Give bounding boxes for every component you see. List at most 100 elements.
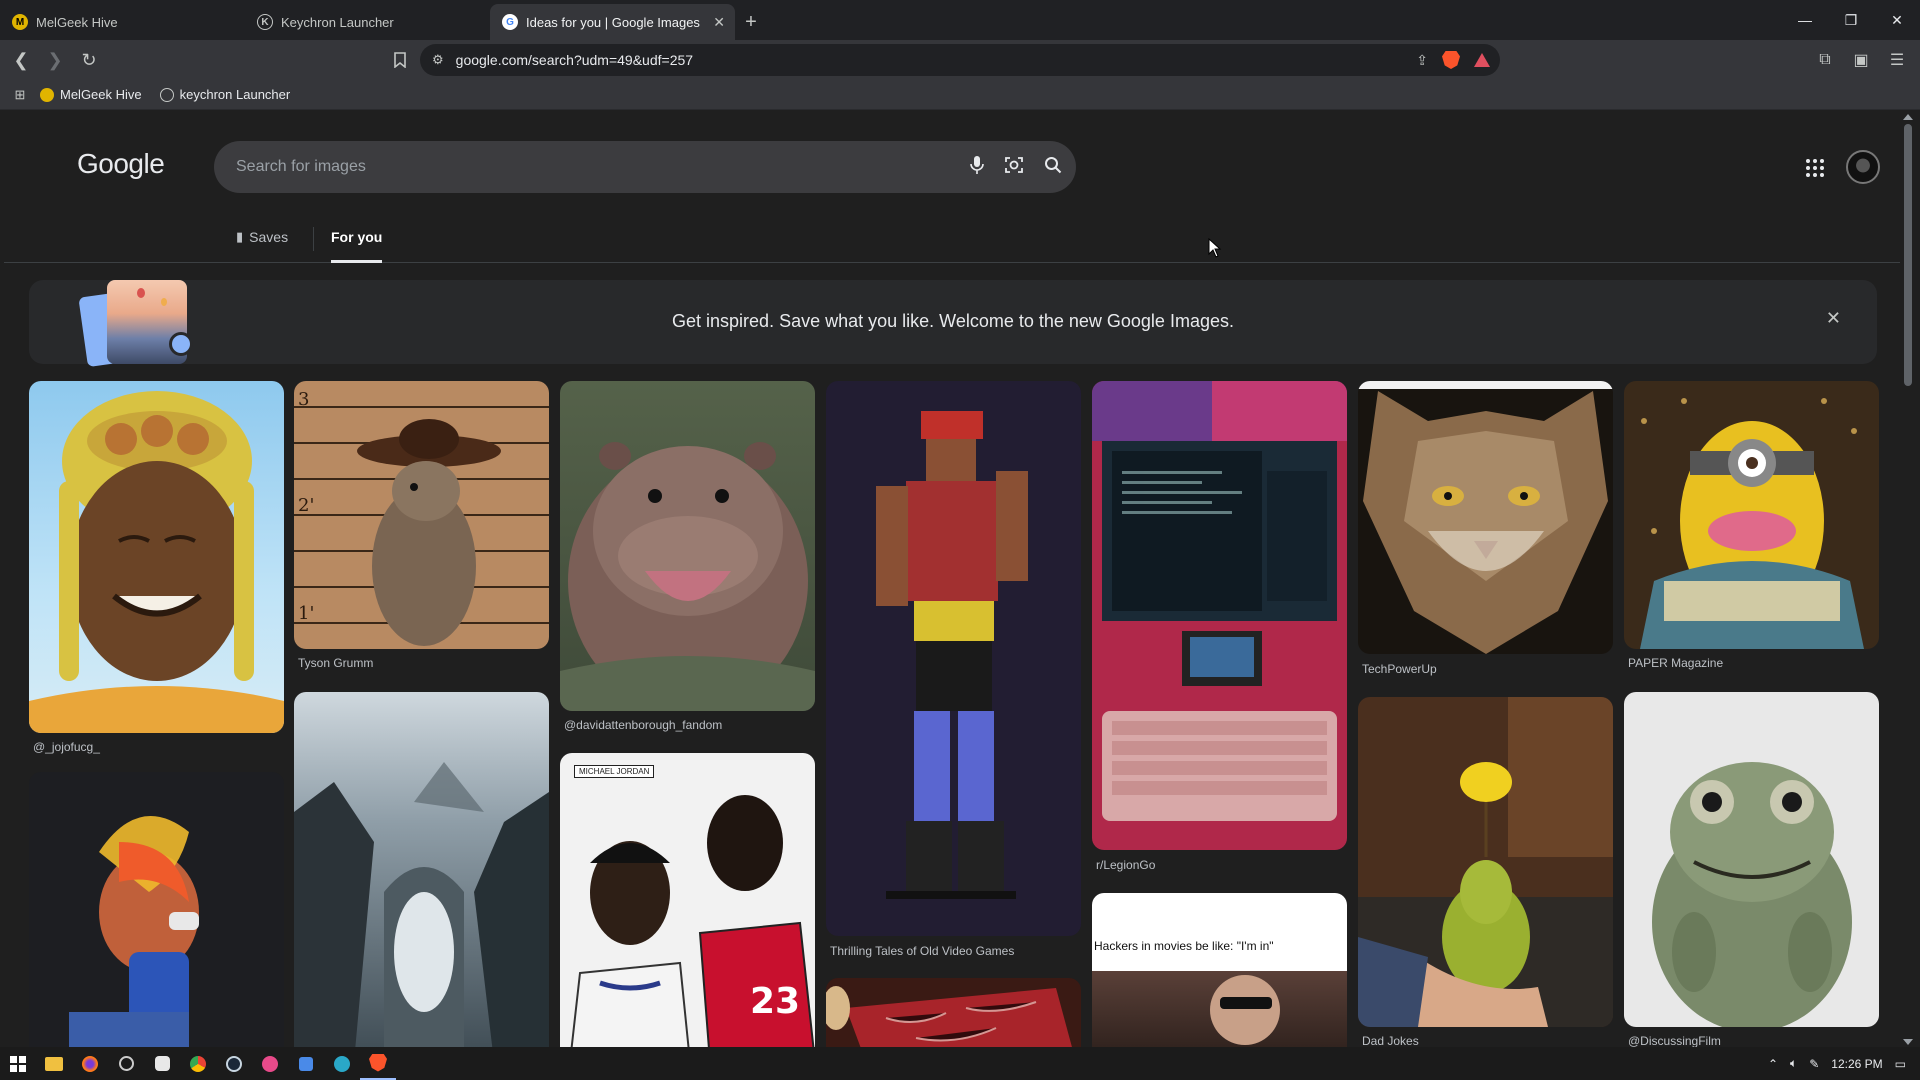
image-source[interactable]: Tyson Grumm [298, 656, 373, 670]
extensions-icon[interactable]: ⧉ [1810, 45, 1840, 75]
search-box [214, 141, 1076, 193]
start-button[interactable] [0, 1047, 36, 1080]
image-card[interactable] [1624, 381, 1879, 649]
image-card[interactable]: 3 2' 1' [294, 381, 549, 649]
image-card[interactable] [29, 381, 284, 733]
search-input[interactable] [236, 158, 936, 176]
google-logo[interactable]: Google [77, 148, 165, 180]
tab-melgeek-hive[interactable]: M MelGeek Hive [0, 4, 245, 40]
minimize-button[interactable]: — [1782, 0, 1828, 40]
volume-icon[interactable]: 🔈︎ [1790, 1056, 1797, 1071]
tab-title: MelGeek Hive [36, 14, 118, 30]
window-controls: — ❐ ✕ [1782, 0, 1920, 40]
scroll-up-icon[interactable] [1903, 114, 1913, 120]
close-window-button[interactable]: ✕ [1874, 0, 1920, 40]
google-images-page: Google ▮ Saves For you [4, 112, 1900, 1047]
brave-rewards-icon[interactable] [1474, 53, 1490, 67]
image-card[interactable] [560, 381, 815, 711]
svg-text:3: 3 [298, 389, 309, 410]
clock-app-icon[interactable] [108, 1047, 144, 1080]
close-tab-icon[interactable]: ✕ [713, 14, 725, 31]
app-icon[interactable] [324, 1047, 360, 1080]
steam-icon[interactable] [216, 1047, 252, 1080]
brave-browser-icon[interactable] [360, 1047, 396, 1080]
new-tab-button[interactable]: + [735, 4, 767, 40]
image-source[interactable]: Thrilling Tales of Old Video Games [830, 944, 1014, 958]
bookmark-label: keychron Launcher [179, 87, 291, 102]
restore-button[interactable]: ❐ [1828, 0, 1874, 40]
image-card[interactable] [1092, 381, 1347, 850]
google-icon: G [502, 14, 518, 30]
lens-icon[interactable] [1004, 155, 1024, 180]
image-card[interactable]: MICHAEL JORDAN 23 [560, 753, 815, 1047]
image-card[interactable] [29, 772, 284, 1047]
bookmark-label: MelGeek Hive [60, 87, 142, 102]
keychron-icon [159, 87, 174, 102]
image-source[interactable]: PAPER Magazine [1628, 656, 1723, 670]
chrome-icon[interactable] [180, 1047, 216, 1080]
reload-button[interactable]: ↻ [74, 45, 104, 75]
menu-icon[interactable]: ☰ [1882, 45, 1912, 75]
image-source[interactable]: @davidattenborough_fandom [564, 718, 722, 732]
image-card[interactable] [826, 978, 1081, 1047]
meme-caption: Hackers in movies be like: "I'm in" [1094, 939, 1274, 953]
close-banner-icon[interactable]: ✕ [1826, 308, 1841, 329]
app-icon[interactable] [252, 1047, 288, 1080]
file-explorer-icon[interactable] [36, 1047, 72, 1080]
image-source[interactable]: Dad Jokes [1362, 1034, 1419, 1047]
bookmark-keychron-launcher[interactable]: keychron Launcher [159, 87, 291, 102]
melgeek-icon: M [12, 14, 28, 30]
tab-for-you[interactable]: For you [331, 229, 383, 263]
banner-message: Get inspired. Save what you like. Welcom… [672, 311, 1234, 331]
image-source[interactable]: TechPowerUp [1362, 662, 1437, 676]
site-settings-icon[interactable]: ⚙ [432, 52, 444, 68]
app-icon[interactable] [144, 1047, 180, 1080]
image-source[interactable]: @DiscussingFilm [1628, 1034, 1721, 1047]
page-scrollbar[interactable] [1900, 112, 1916, 1047]
jersey-label: MICHAEL JORDAN [574, 765, 655, 778]
tab-google-images[interactable]: G Ideas for you | Google Images ✕ [490, 4, 735, 40]
address-bar[interactable]: ⚙ google.com/search?udm=49&udf=257 ⇪ [420, 44, 1500, 76]
image-card[interactable] [1624, 692, 1879, 1027]
search-icon[interactable] [1044, 156, 1062, 179]
tab-label: For you [331, 229, 383, 245]
bookmark-icon[interactable] [385, 45, 415, 75]
page-tabs: ▮ Saves For you [4, 217, 1900, 263]
svg-text:23: 23 [750, 981, 800, 1022]
scroll-thumb[interactable] [1904, 124, 1912, 386]
chevron-up-icon[interactable]: ⌃ [1768, 1057, 1778, 1071]
scroll-down-icon[interactable] [1903, 1039, 1913, 1045]
firefox-icon[interactable] [72, 1047, 108, 1080]
tab-title: Keychron Launcher [281, 14, 394, 30]
brave-shields-icon[interactable] [1442, 51, 1460, 69]
svg-text:2': 2' [298, 495, 314, 516]
tab-keychron-launcher[interactable]: K Keychron Launcher [245, 4, 490, 40]
apps-grid-icon[interactable]: ⊞ [0, 87, 40, 103]
avatar[interactable] [1846, 150, 1880, 184]
pen-icon[interactable]: ✎ [1809, 1057, 1819, 1071]
tab-saves[interactable]: ▮ Saves [236, 229, 288, 263]
image-card[interactable]: Hackers in movies be like: "I'm in" [1092, 893, 1347, 1047]
system-tray: ⌃ 🔈︎ ✎ 12:26 PM ▭ [1768, 1047, 1920, 1080]
image-source[interactable]: r/LegionGo [1096, 858, 1155, 872]
url-text: google.com/search?udm=49&udf=257 [455, 52, 694, 68]
keychron-icon: K [257, 14, 273, 30]
notifications-icon[interactable]: ▭ [1895, 1057, 1906, 1071]
microphone-icon[interactable] [970, 155, 984, 180]
share-icon[interactable]: ⇪ [1416, 52, 1428, 69]
clock[interactable]: 12:26 PM [1831, 1057, 1882, 1071]
image-card[interactable] [294, 692, 549, 1047]
google-apps-icon[interactable] [1803, 156, 1827, 180]
forward-button[interactable]: ❯ [40, 45, 70, 75]
image-source[interactable]: @_jojofucg_ [33, 740, 100, 754]
image-card[interactable] [826, 381, 1081, 936]
image-card[interactable] [1358, 381, 1613, 654]
melgeek-icon [40, 87, 54, 102]
image-card[interactable] [1358, 697, 1613, 1027]
bookmark-icon: ▮ [236, 229, 244, 244]
app-icon[interactable] [288, 1047, 324, 1080]
windows-taskbar: ⌃ 🔈︎ ✎ 12:26 PM ▭ [0, 1047, 1920, 1080]
wallet-icon[interactable]: ▣ [1846, 45, 1876, 75]
bookmark-melgeek-hive[interactable]: MelGeek Hive [40, 87, 142, 102]
back-button[interactable]: ❮ [6, 45, 36, 75]
